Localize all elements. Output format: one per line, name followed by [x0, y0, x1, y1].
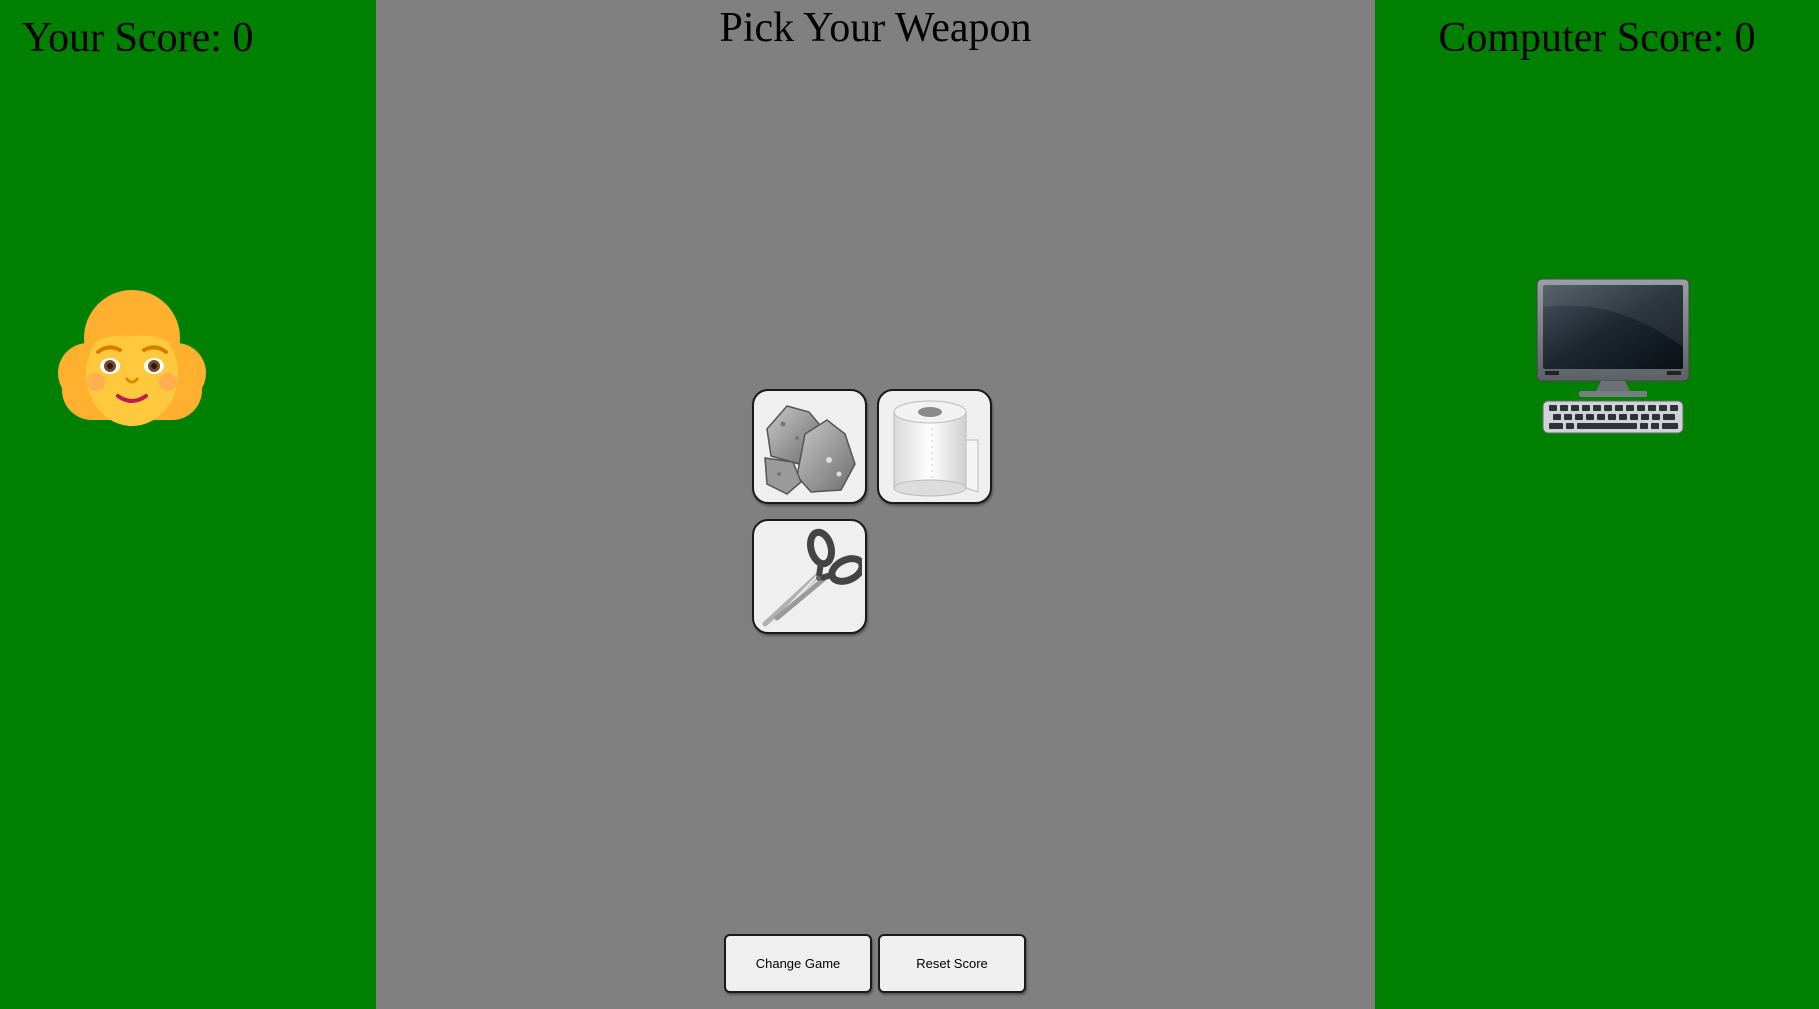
game-app: Your Score: 0 Pick Your Weapon Change Ga… — [0, 0, 1819, 1009]
computer-panel: Computer Score: 0 — [1375, 0, 1819, 1009]
scissors-icon — [762, 528, 862, 627]
player-score: Your Score: 0 — [22, 15, 254, 61]
player-panel: Your Score: 0 — [0, 0, 376, 1009]
desktop-computer-icon — [1535, 277, 1695, 437]
paper-button[interactable] — [877, 389, 992, 504]
rock-button[interactable] — [752, 389, 867, 504]
game-area: Pick Your Weapon Change Game Reset Score — [376, 0, 1375, 1009]
rock-icon — [764, 405, 856, 495]
toilet-paper-roll-icon — [893, 400, 979, 497]
reset-score-button[interactable]: Reset Score — [878, 934, 1026, 993]
page-title: Pick Your Weapon — [719, 5, 1032, 51]
change-game-button[interactable]: Change Game — [724, 934, 872, 993]
scissors-button[interactable] — [752, 519, 867, 634]
computer-score: Computer Score: 0 — [1438, 15, 1756, 61]
woman-face-icon — [52, 278, 212, 438]
